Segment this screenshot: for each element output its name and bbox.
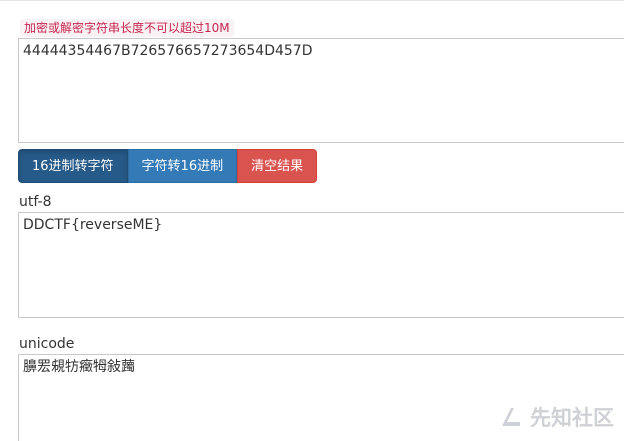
action-button-group: 16进制转字符 字符转16进制 清空结果 — [18, 149, 318, 183]
page: 加密或解密字符串长度不可以超过10M 44444354467B726576657… — [0, 0, 624, 441]
unicode-label: unicode — [19, 336, 75, 352]
utf8-label: utf-8 — [19, 194, 52, 210]
clear-result-button[interactable]: 清空结果 — [237, 149, 318, 183]
utf8-output-textarea[interactable]: DDCTF{reverseME} — [18, 212, 624, 318]
top-divider — [0, 0, 624, 1]
length-limit-hint: 加密或解密字符串长度不可以超过10M — [20, 19, 234, 37]
hex-to-text-button[interactable]: 16进制转字符 — [18, 149, 128, 183]
text-to-hex-button[interactable]: 字符转16进制 — [127, 149, 238, 183]
unicode-output-textarea[interactable]: 䑄䍔䙻牥癥牳敍䕽 — [18, 354, 624, 441]
input-textarea[interactable]: 44444354467B726576657273654D457D — [18, 38, 624, 143]
